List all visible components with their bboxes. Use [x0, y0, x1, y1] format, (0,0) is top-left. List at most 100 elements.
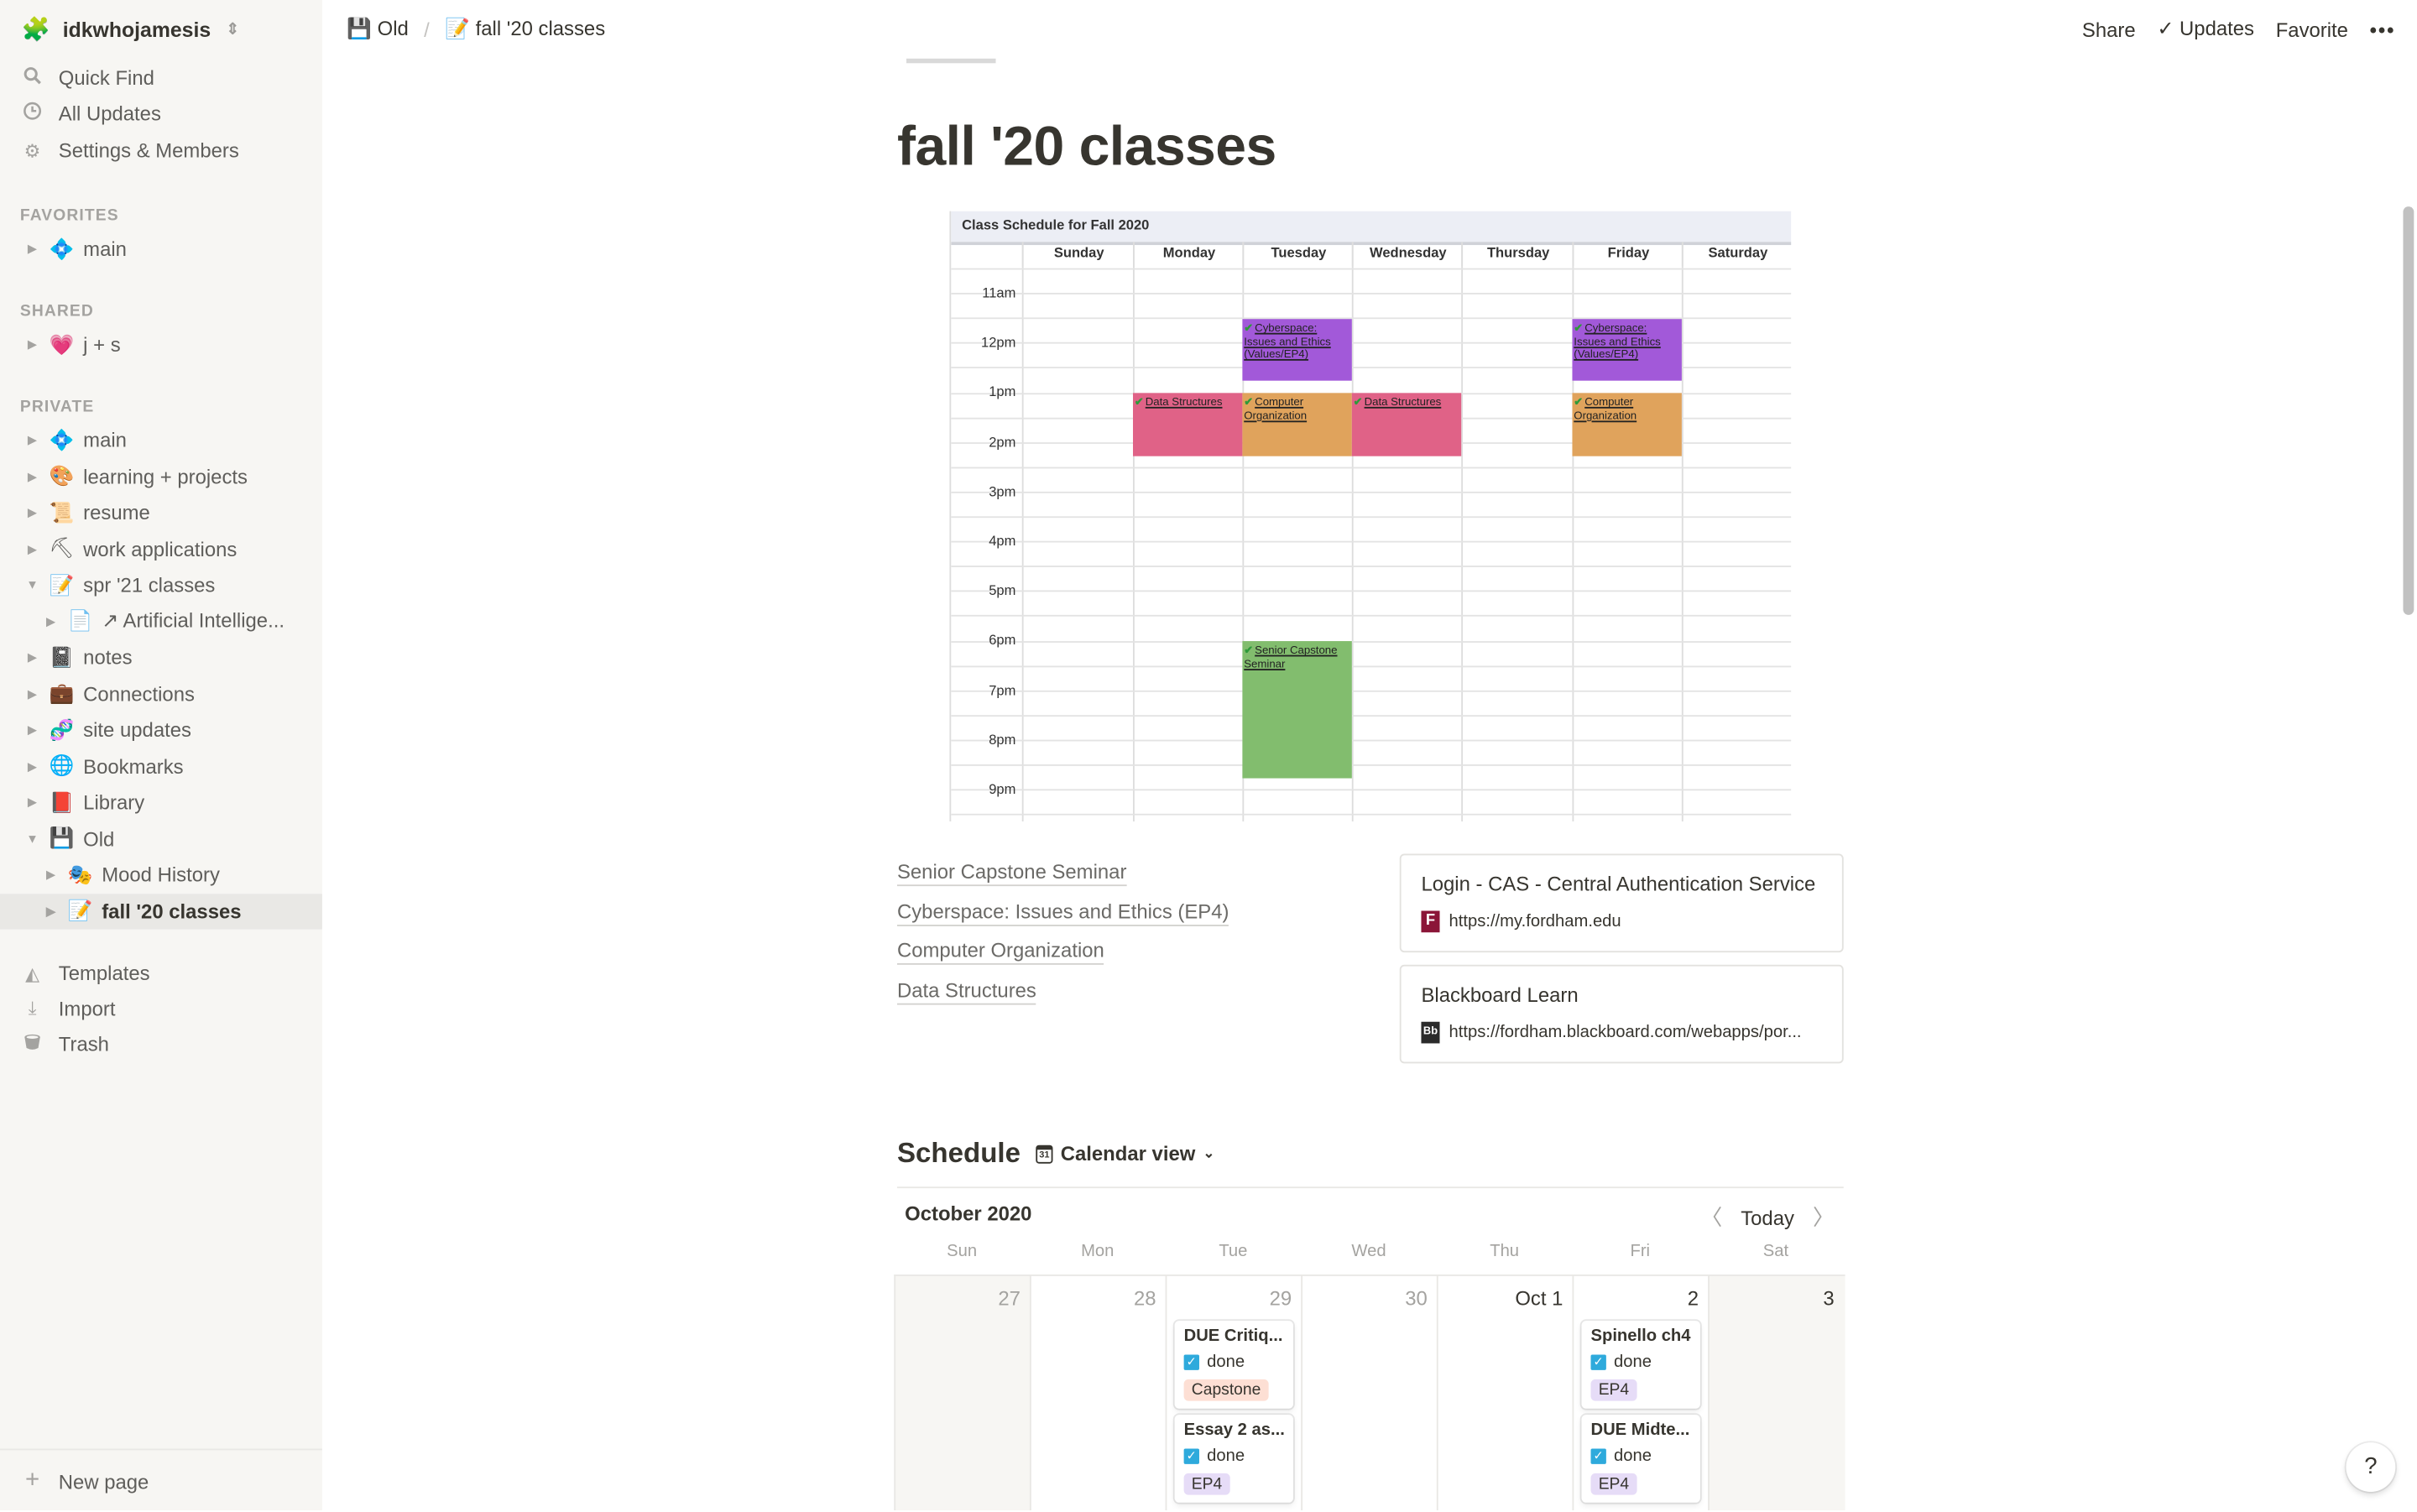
collapse-triangle-icon[interactable]: ▼ — [24, 578, 39, 592]
grid-line — [1681, 242, 1684, 821]
page-link[interactable]: Computer Organization — [896, 939, 1104, 966]
workspace-name: idkwhojamesis — [62, 18, 211, 41]
expand-triangle-icon[interactable]: ▶ — [24, 686, 39, 701]
expand-triangle-icon[interactable]: ▶ — [24, 337, 39, 352]
done-property: ✓ done — [1183, 1353, 1284, 1372]
sidebar-item[interactable]: ▶ 📝 fall '20 classes — [0, 893, 322, 929]
sidebar-item[interactable]: ▶ 💠 main — [0, 422, 322, 457]
sidebar-item[interactable]: ▶ 🎨 learning + projects — [0, 458, 322, 493]
expand-triangle-icon[interactable]: ▶ — [24, 650, 39, 665]
page-emoji-icon: 📄 — [67, 608, 93, 633]
done-label: done — [1207, 1353, 1245, 1372]
heart-icon: 💗 — [49, 331, 75, 356]
done-property: ✓ done — [1590, 1353, 1691, 1372]
chevron-right-icon[interactable]: 〉 — [1813, 1202, 1835, 1233]
quick-find-button[interactable]: Quick Find — [22, 66, 154, 90]
calendar-day-cell[interactable]: 2 Spinello ch4 ✓ done EP4 DUE Midte... ✓ done EP… — [1572, 1274, 1710, 1510]
breadcrumb-item-old[interactable]: 💾 Old — [347, 17, 409, 41]
page-title[interactable]: fall '20 classes — [897, 114, 1276, 179]
schedule-database-header: Schedule 31 Calendar view ⌄ — [897, 1138, 1214, 1170]
help-button[interactable]: ? — [2346, 1442, 2396, 1492]
calendar-day-cell[interactable]: 27 — [894, 1274, 1031, 1510]
expand-triangle-icon[interactable]: ▶ — [24, 759, 39, 774]
new-page-button[interactable]: + New page — [0, 1448, 322, 1512]
expand-triangle-icon[interactable]: ▶ — [24, 469, 39, 483]
share-button[interactable]: Share — [2082, 18, 2136, 41]
day-number: 29 — [1269, 1286, 1292, 1311]
sidebar-item-j-s[interactable]: ▶ 💗 j + s — [0, 326, 322, 362]
expand-triangle-icon[interactable]: ▶ — [24, 795, 39, 810]
sidebar-item[interactable]: ▶ 📄 ↗ Artificial Intellige... — [0, 603, 322, 639]
sidebar-item[interactable]: ▼ 💾 Old — [0, 821, 322, 856]
sidebar-item-favorites-main[interactable]: ▶ 💠 main — [0, 232, 322, 267]
sidebar-item-label: work applications — [83, 537, 238, 560]
schedule-heading[interactable]: Schedule — [897, 1138, 1021, 1170]
bookmark-url: https://my.fordham.edu — [1449, 912, 1621, 931]
page-emoji-icon: 💠 — [49, 427, 75, 451]
import-button[interactable]: ⤓ Import — [22, 997, 116, 1020]
sidebar-item-label: Connections — [83, 681, 195, 706]
expand-triangle-icon[interactable]: ▶ — [24, 433, 39, 447]
checkbox-checked-icon[interactable]: ✓ — [1183, 1354, 1199, 1370]
collapse-triangle-icon[interactable]: ▼ — [24, 832, 39, 846]
sidebar-item[interactable]: ▶ 💼 Connections — [0, 675, 322, 711]
view-selector[interactable]: 31 Calendar view ⌄ — [1036, 1142, 1214, 1165]
workspace-switcher[interactable]: 🧩 idkwhojamesis ⇕ — [22, 15, 239, 43]
expand-triangle-icon[interactable]: ▶ — [24, 242, 39, 256]
checkbox-checked-icon[interactable]: ✓ — [1590, 1448, 1606, 1464]
expand-triangle-icon[interactable]: ▶ — [43, 868, 58, 882]
sidebar-item[interactable]: ▶ 📓 notes — [0, 639, 322, 675]
updates-button[interactable]: ✓ Updates — [2157, 17, 2254, 41]
favorite-button[interactable]: Favorite — [2276, 18, 2348, 41]
sidebar-item[interactable]: ▶ 🎭 Mood History — [0, 857, 322, 892]
scrollbar[interactable] — [2403, 206, 2414, 615]
trash-button[interactable]: Trash — [22, 1033, 109, 1056]
card-title: Spinello ch4 — [1590, 1327, 1691, 1346]
grid-line — [951, 566, 1792, 568]
weekday-label: Sat — [1762, 1242, 1789, 1261]
settings-members-button[interactable]: ⚙ Settings & Members — [22, 138, 239, 162]
chevron-left-icon[interactable]: 〈 — [1700, 1202, 1722, 1233]
expand-triangle-icon[interactable]: ▶ — [24, 542, 39, 556]
sidebar-item[interactable]: ▶ 🧬 site updates — [0, 712, 322, 748]
calendar-day-cell[interactable]: 28 — [1029, 1274, 1167, 1510]
breadcrumb-item-current[interactable]: 📝 fall '20 classes — [445, 17, 605, 41]
calendar-card[interactable]: Essay 2 as... ✓ done EP4 — [1174, 1415, 1294, 1503]
expand-triangle-icon[interactable]: ▶ — [24, 505, 39, 519]
page-link[interactable]: Senior Capstone Seminar — [896, 860, 1127, 887]
more-options-icon[interactable]: ••• — [2370, 18, 2396, 41]
templates-button[interactable]: ◭ Templates — [22, 962, 150, 985]
schedule-day-header: Sunday — [1021, 242, 1135, 267]
sidebar-item[interactable]: ▶ 🌐 Bookmarks — [0, 748, 322, 784]
expand-triangle-icon[interactable]: ▶ — [43, 904, 58, 918]
calendar-card[interactable]: Spinello ch4 ✓ done EP4 — [1581, 1321, 1700, 1409]
notion-window: 🧩 idkwhojamesis ⇕ Quick Find All Updates… — [0, 0, 2417, 1510]
today-button[interactable]: Today — [1741, 1206, 1794, 1229]
calendar-day-cell[interactable]: 3 — [1708, 1274, 1845, 1510]
sidebar-item-label: resume — [83, 500, 150, 524]
web-bookmark[interactable]: Blackboard Learn Bb https://fordham.blackb… — [1399, 964, 1844, 1064]
sidebar-item-label: Bookmarks — [83, 754, 184, 778]
sidebar-item[interactable]: ▶ 📕 Library — [0, 785, 322, 820]
sidebar-item[interactable]: ▶ ⛏ work applications — [0, 531, 322, 566]
page-link[interactable]: Cyberspace: Issues and Ethics (EP4) — [896, 899, 1229, 926]
calendar-day-cell[interactable]: 30 — [1301, 1274, 1438, 1510]
expand-triangle-icon[interactable]: ▶ — [43, 614, 58, 628]
page-link[interactable]: Data Structures — [896, 978, 1036, 1005]
checkbox-checked-icon[interactable]: ✓ — [1590, 1354, 1606, 1370]
calendar-day-cell[interactable]: Oct 1 — [1436, 1274, 1574, 1510]
done-label: done — [1614, 1447, 1652, 1466]
checkmark-icon: ✔ — [1244, 643, 1254, 658]
sidebar-item[interactable]: ▶ 📜 resume — [0, 495, 322, 530]
day-number: 27 — [998, 1286, 1021, 1311]
bookmark-url-row: Fhttps://my.fordham.edu — [1421, 910, 1621, 933]
all-updates-button[interactable]: All Updates — [22, 102, 161, 125]
checkbox-checked-icon[interactable]: ✓ — [1183, 1448, 1199, 1464]
calendar-day-cell[interactable]: 29 DUE Critiq... ✓ done Capstone Essay 2 as..… — [1165, 1274, 1303, 1510]
web-bookmark[interactable]: Login - CAS - Central Authentication Ser… — [1399, 853, 1844, 953]
calendar-card[interactable]: DUE Midte... ✓ done EP4 — [1581, 1415, 1700, 1503]
schedule-hour-label: 7pm — [989, 681, 1016, 698]
sidebar-item[interactable]: ▼ 📝 spr '21 classes — [0, 567, 322, 602]
expand-triangle-icon[interactable]: ▶ — [24, 722, 39, 737]
calendar-card[interactable]: DUE Critiq... ✓ done Capstone — [1174, 1321, 1294, 1409]
